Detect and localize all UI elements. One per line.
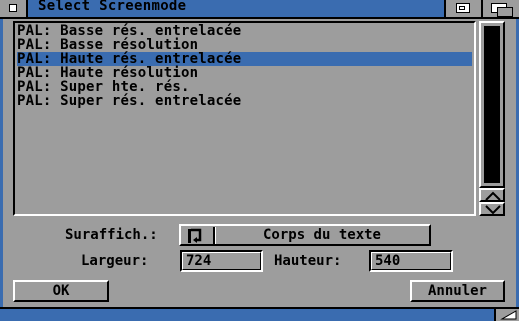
list-item[interactable]: PAL: Basse résolution xyxy=(17,38,472,52)
list-item[interactable]: PAL: Super hte. rés. xyxy=(17,80,472,94)
arrow-up-icon xyxy=(485,191,501,201)
window-title: Select Screenmode xyxy=(38,0,187,14)
arrow-down-icon xyxy=(485,205,501,215)
list-item[interactable]: PAL: Haute résolution xyxy=(17,66,472,80)
screenmode-requester-window: Select Screenmode PAL: Basse rés. entrel… xyxy=(0,0,519,321)
scroll-down-button[interactable] xyxy=(479,202,505,216)
resize-gadget[interactable] xyxy=(494,307,519,321)
height-label: Hauteur: xyxy=(274,253,342,269)
width-field[interactable] xyxy=(180,250,263,272)
overscan-label: Suraffich.: xyxy=(65,227,158,243)
cancel-button[interactable]: Annuler xyxy=(410,280,505,302)
close-icon xyxy=(9,4,17,12)
height-input[interactable] xyxy=(372,252,451,270)
depth-front-icon xyxy=(497,7,513,17)
window-left-border xyxy=(0,19,3,307)
list-item-selected[interactable]: PAL: Haute rés. entrelacée xyxy=(17,52,472,66)
overscan-value: Corps du texte xyxy=(262,227,381,243)
list-item[interactable]: PAL: Basse rés. entrelacée xyxy=(17,24,472,38)
resize-icon xyxy=(500,310,517,320)
screenmode-list[interactable]: PAL: Basse rés. entrelacée PAL: Basse ré… xyxy=(13,21,476,216)
cycle-icon xyxy=(188,228,202,243)
width-label: Largeur: xyxy=(81,253,149,269)
overscan-cycle-gadget[interactable]: Corps du texte xyxy=(179,224,431,246)
zoom-icon xyxy=(456,3,470,13)
list-item[interactable]: PAL: Super rés. entrelacée xyxy=(17,94,472,108)
close-button[interactable] xyxy=(0,0,28,17)
height-field[interactable] xyxy=(369,250,453,272)
scrollbar-knob[interactable] xyxy=(484,26,500,183)
window-bottom-border xyxy=(0,307,494,321)
ok-button[interactable]: OK xyxy=(13,280,109,302)
depth-button[interactable] xyxy=(481,0,519,17)
width-input[interactable] xyxy=(183,252,261,270)
title-bar[interactable]: Select Screenmode xyxy=(0,0,519,19)
zoom-button[interactable] xyxy=(444,0,481,17)
scroll-up-button[interactable] xyxy=(479,188,505,202)
cycle-separator xyxy=(213,227,216,244)
list-scrollbar[interactable] xyxy=(479,21,505,188)
